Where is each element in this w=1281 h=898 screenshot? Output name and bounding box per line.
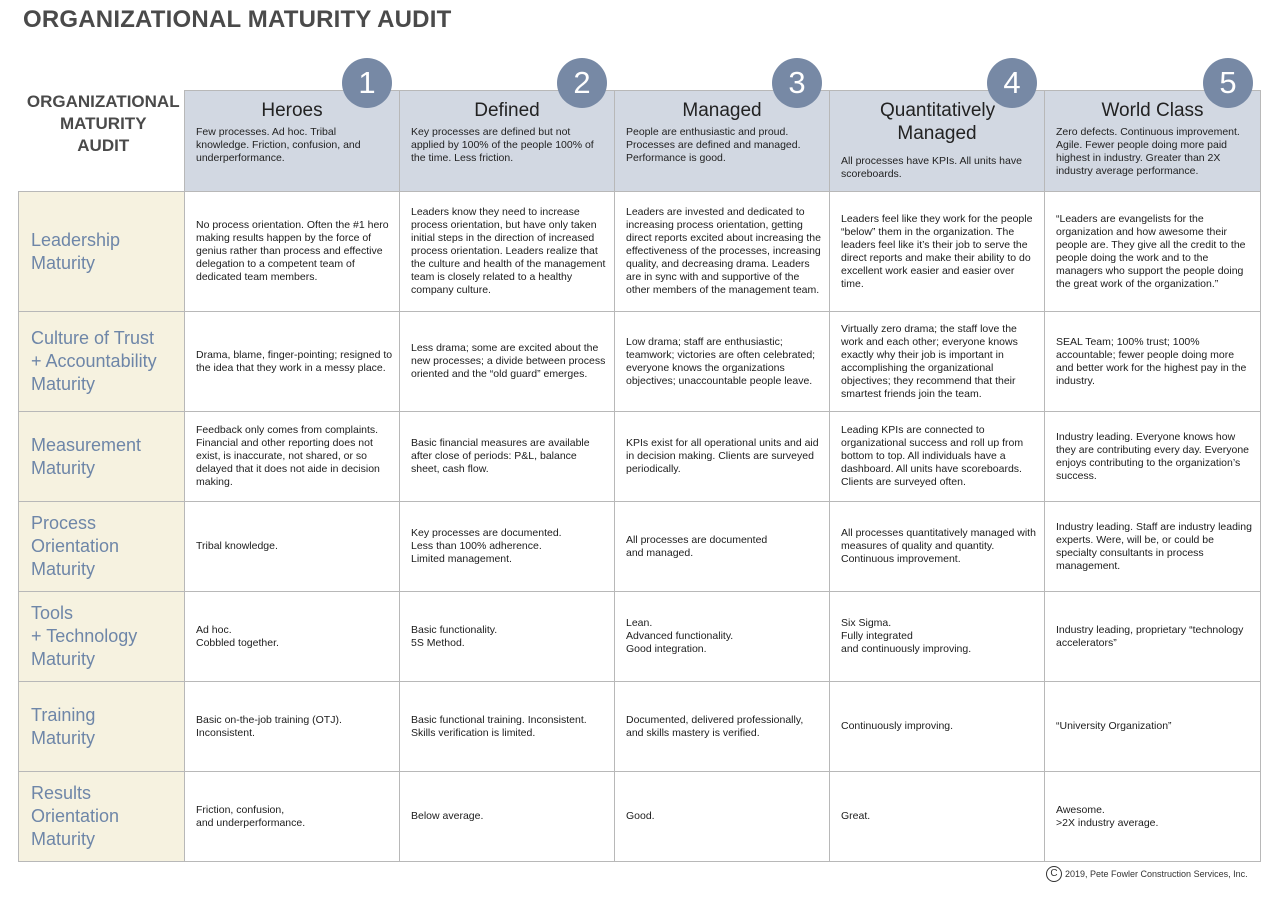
corner-label-line: MATURITY xyxy=(59,113,147,133)
copyright-icon: C xyxy=(1046,866,1062,882)
level-number-badge: 1 xyxy=(342,58,392,108)
dimension-label: Training Maturity xyxy=(18,681,185,772)
table-row: Tools + Technology Maturity Ad hoc. Cobbled… xyxy=(18,591,1261,682)
maturity-cell: Feedback only comes from complaints. Fin… xyxy=(184,411,400,502)
level-description: All processes have KPIs. All units have … xyxy=(841,155,1022,180)
maturity-cell: Leaders know they need to increase proce… xyxy=(399,191,615,312)
level-header-row: ORGANIZATIONAL MATURITY AUDIT 1 Heroes F… xyxy=(18,58,1261,192)
dimension-label: Measurement Maturity xyxy=(18,411,185,502)
table-row: Culture of Trust + Accountability Maturity… xyxy=(18,311,1261,412)
maturity-cell: Basic on-the-job training (OTJ). Inconsi… xyxy=(184,681,400,772)
maturity-matrix: ORGANIZATIONAL MATURITY AUDIT 1 Heroes F… xyxy=(18,58,1261,862)
level-description: Key processes are defined but not applie… xyxy=(411,126,594,164)
corner-label: ORGANIZATIONAL MATURITY AUDIT xyxy=(18,90,185,192)
dimension-label-line: Process xyxy=(31,513,97,533)
maturity-cell: Basic financial measures are available a… xyxy=(399,411,615,502)
maturity-cell: Industry leading, proprietary “technolog… xyxy=(1044,591,1261,682)
level-header: 3 Managed People are enthusiastic and pr… xyxy=(614,58,830,192)
dimension-label-line: Measurement xyxy=(31,434,142,455)
maturity-cell: Leading KPIs are connected to organizati… xyxy=(829,411,1045,502)
maturity-cell: Leaders feel like they work for the peop… xyxy=(829,191,1045,312)
dimension-label-line: Maturity xyxy=(31,829,96,849)
table-row: Training Maturity Basic on-the-job trainin… xyxy=(18,681,1261,772)
dimension-label-line: Orientation xyxy=(31,806,120,826)
level-description: Zero defects. Continuous improvement. Ag… xyxy=(1056,126,1240,177)
maturity-cell: Lean. Advanced functionality. Good integ… xyxy=(614,591,830,682)
maturity-cell: Good. xyxy=(614,771,830,862)
maturity-cell: Awesome. >2X industry average. xyxy=(1044,771,1261,862)
maturity-cell: Virtually zero drama; the staff love the… xyxy=(829,311,1045,412)
maturity-cell: “University Organization” xyxy=(1044,681,1261,772)
maturity-cell: No process orientation. Often the #1 her… xyxy=(184,191,400,312)
maturity-cell: Six Sigma. Fully integrated and continuo… xyxy=(829,591,1045,682)
maturity-cell: Documented, delivered professionally, an… xyxy=(614,681,830,772)
maturity-cell: All processes are documented and managed… xyxy=(614,501,830,592)
corner-label-line: ORGANIZATIONAL xyxy=(26,91,180,111)
maturity-cell: Industry leading. Everyone knows how the… xyxy=(1044,411,1261,502)
level-header: 2 Defined Key processes are defined but … xyxy=(399,58,615,192)
maturity-cell: Key processes are documented. Less than … xyxy=(399,501,615,592)
copyright-text: 2019, Pete Fowler Construction Services,… xyxy=(1065,869,1248,879)
maturity-cell: Low drama; staff are enthusiastic; teamw… xyxy=(614,311,830,412)
dimension-label: Process Orientation Maturity xyxy=(18,501,185,592)
level-number-badge: 5 xyxy=(1203,58,1253,108)
maturity-cell: Basic functionality. 5S Method. xyxy=(399,591,615,682)
dimension-label-line: + Technology xyxy=(31,626,138,646)
maturity-cell: Drama, blame, finger-pointing; resigned … xyxy=(184,311,400,412)
dimension-label: Tools + Technology Maturity xyxy=(18,591,185,682)
maturity-cell: SEAL Team; 100% trust; 100% accountable;… xyxy=(1044,311,1261,412)
table-row: Results Orientation Maturity Friction, conf… xyxy=(18,771,1261,862)
maturity-cell: Friction, confusion, and underperformanc… xyxy=(184,771,400,862)
maturity-cell: KPIs exist for all operational units and… xyxy=(614,411,830,502)
dimension-label-line: Tools xyxy=(31,603,74,623)
level-header: 4 Quantitatively Managed All processes h… xyxy=(829,58,1045,192)
maturity-cell: Tribal knowledge. xyxy=(184,501,400,592)
dimension-label: Results Orientation Maturity xyxy=(18,771,185,862)
dimension-label-line: Maturity xyxy=(31,374,96,394)
maturity-cell: Below average. xyxy=(399,771,615,862)
dimension-label-line: Maturity xyxy=(31,727,96,748)
maturity-cell: Industry leading. Staff are industry lea… xyxy=(1044,501,1261,592)
dimension-label-line: + Accountability xyxy=(31,351,157,371)
copyright-footer: C 2019, Pete Fowler Construction Service… xyxy=(1046,866,1248,882)
table-row: Process Orientation Maturity Tribal knowled… xyxy=(18,501,1261,592)
corner-label-line: AUDIT xyxy=(77,135,130,155)
dimension-label-line: Maturity xyxy=(31,457,96,478)
maturity-cell: All processes quantitatively managed wit… xyxy=(829,501,1045,592)
dimension-label-line: Training xyxy=(31,704,96,725)
table-row: Measurement Maturity Feedback only comes f… xyxy=(18,411,1261,502)
level-number-badge: 4 xyxy=(987,58,1037,108)
maturity-cell: Leaders are invested and dedicated to in… xyxy=(614,191,830,312)
dimension-label-line: Results xyxy=(31,783,92,803)
dimension-label: Culture of Trust + Accountability Maturity xyxy=(18,311,185,412)
dimension-label-line: Culture of Trust xyxy=(31,328,155,348)
maturity-cell: “Leaders are evangelists for the organiz… xyxy=(1044,191,1261,312)
table-row: Leadership Maturity No process orientation… xyxy=(18,191,1261,312)
dimension-label-line: Maturity xyxy=(31,559,96,579)
dimension-label-line: Maturity xyxy=(31,252,96,273)
level-number-badge: 3 xyxy=(772,58,822,108)
page-title: ORGANIZATIONAL MATURITY AUDIT xyxy=(23,6,452,33)
maturity-cell: Continuously improving. xyxy=(829,681,1045,772)
maturity-cell: Basic functional training. Inconsistent.… xyxy=(399,681,615,772)
level-header: 1 Heroes Few processes. Ad hoc. Tribal k… xyxy=(184,58,400,192)
maturity-cell: Less drama; some are excited about the n… xyxy=(399,311,615,412)
dimension-label-line: Maturity xyxy=(31,649,96,669)
dimension-label-line: Orientation xyxy=(31,536,120,556)
level-description: Few processes. Ad hoc. Tribal knowledge.… xyxy=(196,126,361,164)
level-description: People are enthusiastic and proud. Proce… xyxy=(626,126,801,164)
dimension-label: Leadership Maturity xyxy=(18,191,185,312)
level-header: 5 World Class Zero defects. Continuous i… xyxy=(1044,58,1261,192)
maturity-cell: Ad hoc. Cobbled together. xyxy=(184,591,400,682)
dimension-label-line: Leadership xyxy=(31,229,121,250)
level-number-badge: 2 xyxy=(557,58,607,108)
maturity-cell: Great. xyxy=(829,771,1045,862)
